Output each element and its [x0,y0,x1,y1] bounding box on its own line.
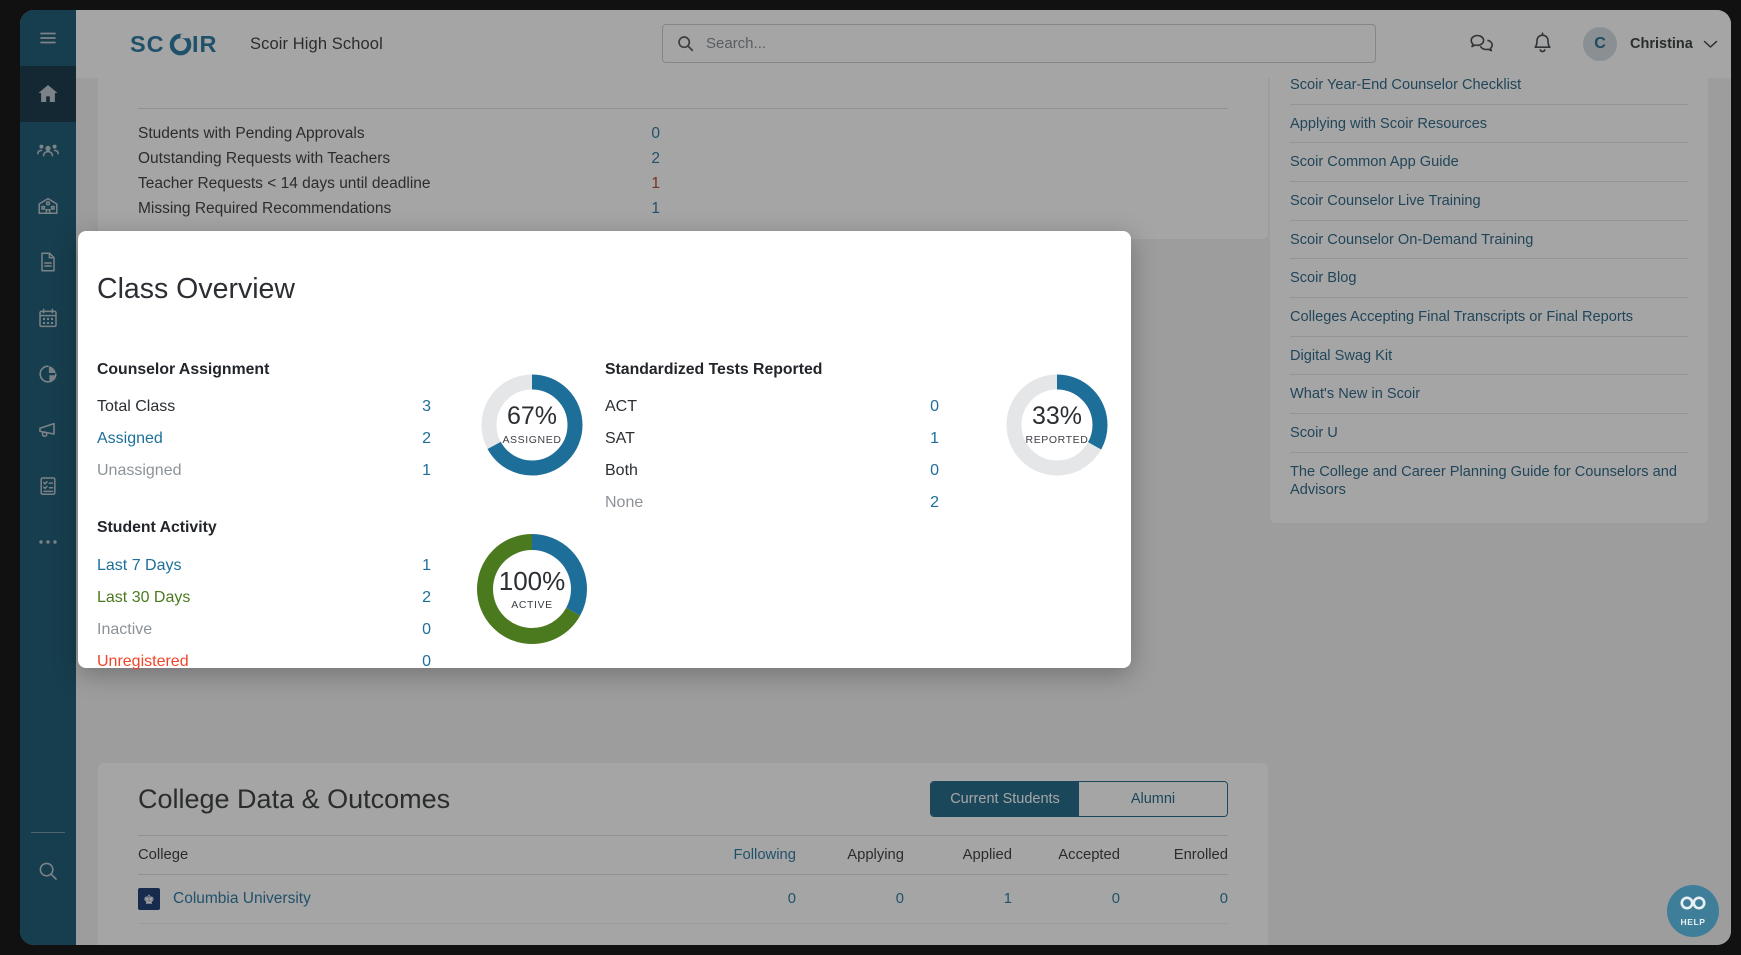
student-activity-rows: Last 7 Days 1 Last 30 Days 2 Inactive 0 Unregi… [97,550,437,678]
stat-value[interactable]: 0 [905,398,939,416]
stat-row: Last 7 Days 1 [97,550,437,582]
stat-value[interactable]: 1 [397,462,431,480]
stat-row: Last 30 Days 2 [97,582,437,614]
stat-label: ACT [605,398,637,415]
stat-row: Unregistered 0 [97,646,437,678]
donut-percent: 33% [1031,402,1083,430]
stat-row: Total Class 3 [97,391,437,423]
stat-value[interactable]: 2 [397,589,431,607]
stat-value[interactable]: 0 [397,653,431,671]
counselor-assignment-heading: Counselor Assignment [97,361,270,378]
stat-value[interactable]: 1 [397,557,431,575]
standardized-tests-rows: ACT 0 SAT 1 Both 0 None 2 [605,391,945,519]
donut-caption: ACTIVE [511,598,553,611]
stat-label[interactable]: Assigned [97,430,397,448]
stat-value[interactable]: 2 [905,494,939,512]
donut-caption: ASSIGNED [502,434,562,446]
modal-title: Class Overview [97,273,295,305]
help-label: HELP [1680,917,1706,927]
stat-label: Total Class [97,398,176,415]
stat-row: Both 0 [605,455,945,487]
screen: SC IR Scoir High School Search... C Chri… [0,0,1741,955]
counselor-assignment-donut: 67% ASSIGNED [478,371,586,479]
infinity-icon [1679,895,1707,916]
stat-row: Assigned 2 [97,423,437,455]
student-activity-heading: Student Activity [97,519,217,536]
stat-label: None [605,494,644,511]
stat-label: SAT [605,430,635,447]
stat-value[interactable]: 0 [397,621,431,639]
stat-value[interactable]: 1 [905,430,939,448]
stat-row: Unassigned 1 [97,455,437,487]
standardized-tests-heading: Standardized Tests Reported [605,361,823,378]
stat-value[interactable]: 0 [905,462,939,480]
donut-caption: REPORTED [1025,434,1089,446]
stat-value[interactable]: 3 [397,398,431,416]
stat-label: Unassigned [97,462,182,479]
standardized-tests-donut: 33% REPORTED [1003,371,1111,479]
stat-value[interactable]: 2 [397,430,431,448]
class-overview-modal: Class Overview Counselor Assignment Tota… [78,231,1131,670]
stat-row: Inactive 0 [97,614,437,646]
stat-label: Both [605,462,638,479]
stat-label[interactable]: Unregistered [97,653,397,671]
stat-row: SAT 1 [605,423,945,455]
stat-row: ACT 0 [605,391,945,423]
stat-label[interactable]: Last 7 Days [97,557,397,575]
stat-label[interactable]: Last 30 Days [97,589,397,607]
help-button[interactable]: HELP [1667,885,1719,937]
stat-label: Inactive [97,621,153,638]
donut-percent: 67% [506,402,558,430]
student-activity-donut: 100% ACTIVE [473,530,591,648]
stat-row: None 2 [605,487,945,519]
donut-percent: 100% [498,565,566,596]
counselor-assignment-rows: Total Class 3 Assigned 2 Unassigned 1 [97,391,437,487]
